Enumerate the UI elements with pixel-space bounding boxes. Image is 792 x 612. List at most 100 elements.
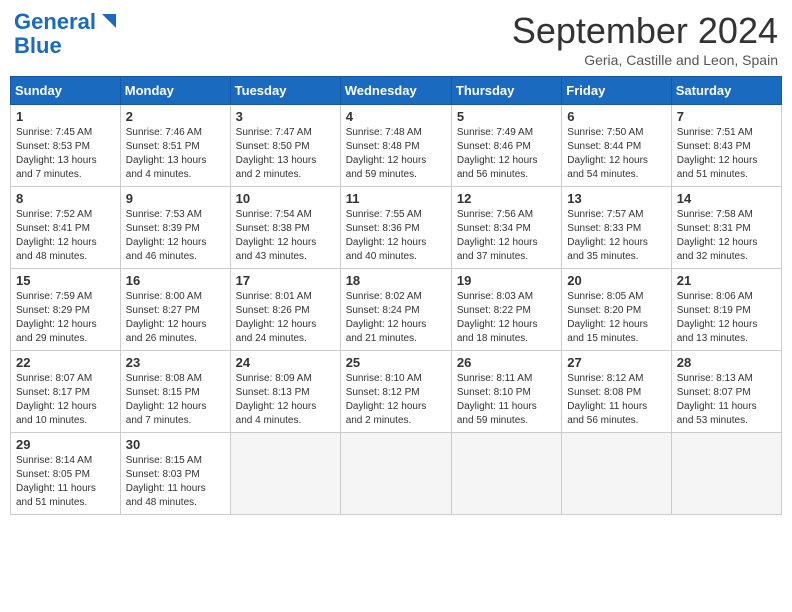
day-number: 7	[677, 109, 776, 124]
calendar-cell: 4Sunrise: 7:48 AMSunset: 8:48 PMDaylight…	[340, 105, 451, 187]
calendar-cell: 18 Sunrise: 8:02 AMSunset: 8:24 PMDayligh…	[340, 269, 451, 351]
calendar-cell: 11Sunrise: 7:55 AMSunset: 8:36 PMDayligh…	[340, 187, 451, 269]
cell-daylight-info: Sunrise: 7:55 AMSunset: 8:36 PMDaylight:…	[346, 208, 446, 264]
calendar-cell: 17 Sunrise: 8:01 AMSunset: 8:26 PMDayligh…	[230, 269, 340, 351]
calendar-cell: 6 Sunrise: 7:50 AMSunset: 8:44 PMDaylight…	[562, 105, 671, 187]
day-number: 24	[236, 355, 335, 370]
calendar-cell: 16 Sunrise: 8:00 AMSunset: 8:27 PMDayligh…	[120, 269, 230, 351]
cell-daylight-info: Sunrise: 8:02 AMSunset: 8:24 PMDaylight:…	[346, 290, 446, 346]
cell-daylight-info: Sunrise: 8:11 AMSunset: 8:10 PMDaylight:…	[457, 372, 556, 428]
calendar-cell: 28 Sunrise: 8:13 AMSunset: 8:07 PMDayligh…	[671, 351, 781, 433]
calendar-table: SundayMondayTuesdayWednesdayThursdayFrid…	[10, 76, 782, 515]
cell-daylight-info: Sunrise: 8:15 AMSunset: 8:03 PMDaylight:…	[126, 454, 225, 510]
day-number: 10	[236, 191, 335, 206]
calendar-cell: 2 Sunrise: 7:46 AMSunset: 8:51 PMDaylight…	[120, 105, 230, 187]
day-number: 5	[457, 109, 556, 124]
calendar-cell: 19Sunrise: 8:03 AMSunset: 8:22 PMDayligh…	[451, 269, 561, 351]
cell-daylight-info: Sunrise: 7:49 AMSunset: 8:46 PMDaylight:…	[457, 126, 556, 182]
cell-daylight-info: Sunrise: 7:56 AMSunset: 8:34 PMDaylight:…	[457, 208, 556, 264]
day-number: 30	[126, 437, 225, 452]
day-number: 1	[16, 109, 115, 124]
day-number: 15	[16, 273, 115, 288]
cell-daylight-info: Sunrise: 8:01 AMSunset: 8:26 PMDaylight:…	[236, 290, 335, 346]
cell-daylight-info: Sunrise: 7:45 AMSunset: 8:53 PMDaylight:…	[16, 126, 115, 182]
logo-blue-text: Blue	[14, 33, 62, 58]
weekday-header-row: SundayMondayTuesdayWednesdayThursdayFrid…	[11, 77, 782, 105]
day-number: 20	[567, 273, 665, 288]
cell-daylight-info: Sunrise: 7:58 AMSunset: 8:31 PMDaylight:…	[677, 208, 776, 264]
cell-daylight-info: Sunrise: 7:48 AMSunset: 8:48 PMDaylight:…	[346, 126, 446, 182]
day-number: 16	[126, 273, 225, 288]
day-number: 13	[567, 191, 665, 206]
day-number: 29	[16, 437, 115, 452]
cell-daylight-info: Sunrise: 7:59 AMSunset: 8:29 PMDaylight:…	[16, 290, 115, 346]
cell-daylight-info: Sunrise: 7:53 AMSunset: 8:39 PMDaylight:…	[126, 208, 225, 264]
weekday-header-wednesday: Wednesday	[340, 77, 451, 105]
logo-arrow-icon	[98, 10, 120, 32]
calendar-cell: 27 Sunrise: 8:12 AMSunset: 8:08 PMDayligh…	[562, 351, 671, 433]
cell-daylight-info: Sunrise: 8:06 AMSunset: 8:19 PMDaylight:…	[677, 290, 776, 346]
cell-daylight-info: Sunrise: 8:00 AMSunset: 8:27 PMDaylight:…	[126, 290, 225, 346]
weekday-header-sunday: Sunday	[11, 77, 121, 105]
calendar-cell: 21 Sunrise: 8:06 AMSunset: 8:19 PMDayligh…	[671, 269, 781, 351]
weekday-header-tuesday: Tuesday	[230, 77, 340, 105]
title-area: September 2024 Geria, Castille and Leon,…	[512, 10, 778, 68]
day-number: 27	[567, 355, 665, 370]
day-number: 17	[236, 273, 335, 288]
calendar-cell: 22Sunrise: 8:07 AMSunset: 8:17 PMDayligh…	[11, 351, 121, 433]
day-number: 19	[457, 273, 556, 288]
calendar-cell: 3 Sunrise: 7:47 AMSunset: 8:50 PMDaylight…	[230, 105, 340, 187]
day-number: 3	[236, 109, 335, 124]
calendar-week-row: 15 Sunrise: 7:59 AMSunset: 8:29 PMDayligh…	[11, 269, 782, 351]
day-number: 9	[126, 191, 225, 206]
day-number: 6	[567, 109, 665, 124]
day-number: 26	[457, 355, 556, 370]
day-number: 21	[677, 273, 776, 288]
cell-daylight-info: Sunrise: 7:47 AMSunset: 8:50 PMDaylight:…	[236, 126, 335, 182]
calendar-week-row: 8Sunrise: 7:52 AMSunset: 8:41 PMDaylight…	[11, 187, 782, 269]
calendar-cell: 9 Sunrise: 7:53 AMSunset: 8:39 PMDaylight…	[120, 187, 230, 269]
logo-text: General	[14, 10, 96, 34]
weekday-header-saturday: Saturday	[671, 77, 781, 105]
cell-daylight-info: Sunrise: 7:46 AMSunset: 8:51 PMDaylight:…	[126, 126, 225, 182]
calendar-cell: 20Sunrise: 8:05 AMSunset: 8:20 PMDayligh…	[562, 269, 671, 351]
calendar-cell: 23 Sunrise: 8:08 AMSunset: 8:15 PMDayligh…	[120, 351, 230, 433]
location: Geria, Castille and Leon, Spain	[512, 52, 778, 68]
calendar-cell: 10 Sunrise: 7:54 AMSunset: 8:38 PMDayligh…	[230, 187, 340, 269]
weekday-header-thursday: Thursday	[451, 77, 561, 105]
cell-daylight-info: Sunrise: 8:09 AMSunset: 8:13 PMDaylight:…	[236, 372, 335, 428]
logo: General Blue	[14, 10, 120, 58]
calendar-cell	[562, 433, 671, 515]
calendar-cell	[451, 433, 561, 515]
calendar-cell: 12Sunrise: 7:56 AMSunset: 8:34 PMDayligh…	[451, 187, 561, 269]
calendar-cell	[230, 433, 340, 515]
calendar-cell: 8Sunrise: 7:52 AMSunset: 8:41 PMDaylight…	[11, 187, 121, 269]
cell-daylight-info: Sunrise: 7:54 AMSunset: 8:38 PMDaylight:…	[236, 208, 335, 264]
calendar-cell	[671, 433, 781, 515]
day-number: 25	[346, 355, 446, 370]
calendar-cell	[340, 433, 451, 515]
day-number: 2	[126, 109, 225, 124]
calendar-week-row: 29 Sunrise: 8:14 AMSunset: 8:05 PMDayligh…	[11, 433, 782, 515]
calendar-cell: 29 Sunrise: 8:14 AMSunset: 8:05 PMDayligh…	[11, 433, 121, 515]
day-number: 22	[16, 355, 115, 370]
page-header: General Blue September 2024 Geria, Casti…	[10, 10, 782, 68]
day-number: 23	[126, 355, 225, 370]
weekday-header-friday: Friday	[562, 77, 671, 105]
cell-daylight-info: Sunrise: 7:52 AMSunset: 8:41 PMDaylight:…	[16, 208, 115, 264]
month-title: September 2024	[512, 10, 778, 52]
calendar-cell: 25 Sunrise: 8:10 AMSunset: 8:12 PMDayligh…	[340, 351, 451, 433]
calendar-week-row: 22Sunrise: 8:07 AMSunset: 8:17 PMDayligh…	[11, 351, 782, 433]
day-number: 28	[677, 355, 776, 370]
calendar-cell: 5 Sunrise: 7:49 AMSunset: 8:46 PMDaylight…	[451, 105, 561, 187]
day-number: 18	[346, 273, 446, 288]
calendar-cell: 1 Sunrise: 7:45 AMSunset: 8:53 PMDaylight…	[11, 105, 121, 187]
calendar-cell: 13Sunrise: 7:57 AMSunset: 8:33 PMDayligh…	[562, 187, 671, 269]
cell-daylight-info: Sunrise: 7:50 AMSunset: 8:44 PMDaylight:…	[567, 126, 665, 182]
cell-daylight-info: Sunrise: 8:14 AMSunset: 8:05 PMDaylight:…	[16, 454, 115, 510]
cell-daylight-info: Sunrise: 8:12 AMSunset: 8:08 PMDaylight:…	[567, 372, 665, 428]
calendar-cell: 30 Sunrise: 8:15 AMSunset: 8:03 PMDayligh…	[120, 433, 230, 515]
cell-daylight-info: Sunrise: 8:10 AMSunset: 8:12 PMDaylight:…	[346, 372, 446, 428]
cell-daylight-info: Sunrise: 8:13 AMSunset: 8:07 PMDaylight:…	[677, 372, 776, 428]
cell-daylight-info: Sunrise: 8:08 AMSunset: 8:15 PMDaylight:…	[126, 372, 225, 428]
